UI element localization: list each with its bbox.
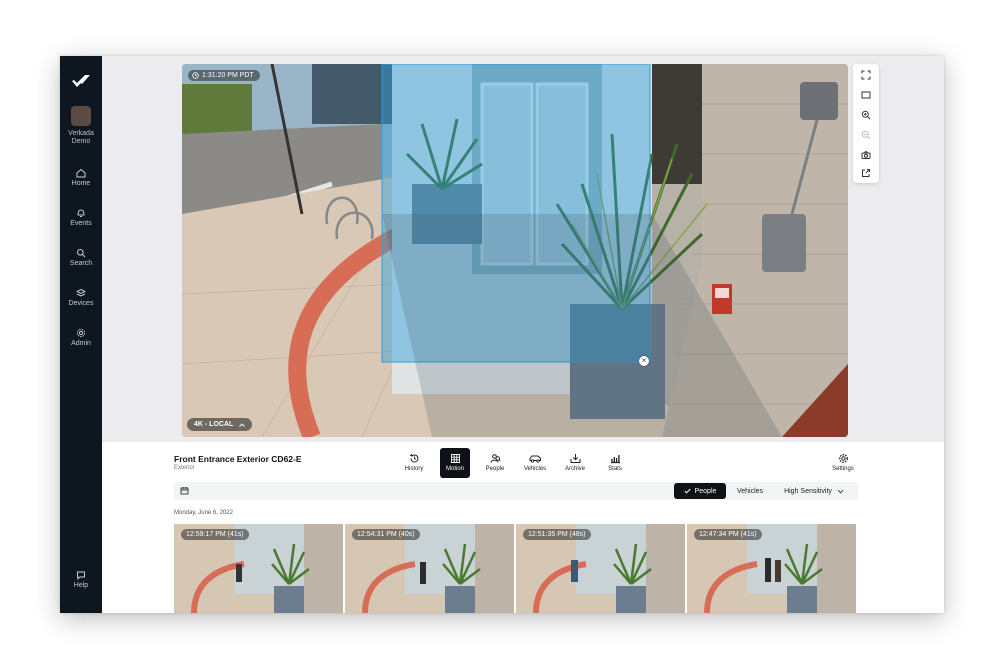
tab-people[interactable]: People <box>480 448 510 478</box>
tab-label: History <box>404 466 424 472</box>
tab-history[interactable]: History <box>399 448 429 478</box>
video-timestamp: 1:31:20 PM PDT <box>188 70 260 81</box>
quality-label: 4K - LOCAL <box>194 421 234 428</box>
check-icon <box>684 488 691 494</box>
search-icon <box>77 249 86 258</box>
sidebar-item-label: Events <box>70 220 92 227</box>
tab-label: Vehicles <box>523 466 547 472</box>
camera-location: Exterior <box>174 465 195 471</box>
camera-info-panel: Front Entrance Exterior CD62-E Exterior … <box>102 442 944 613</box>
clip-time: 12:59:17 PM (41s) <box>181 529 249 540</box>
sensitivity-dropdown[interactable]: High Sensitivity <box>774 483 854 499</box>
help-chat-icon <box>77 571 85 580</box>
clip-time: 12:47:34 PM (41s) <box>694 529 762 540</box>
clip-thumbnail[interactable]: 12:54:31 PM (40s) <box>345 524 514 613</box>
filter-bar: People Vehicles High Sensitivity <box>174 482 858 500</box>
settings-label: Settings <box>832 466 854 472</box>
sidebar-item-devices[interactable]: Devices <box>60 288 102 307</box>
sidebar-item-search[interactable]: Search <box>60 248 102 267</box>
sidebar-item-help[interactable]: Help <box>60 570 102 589</box>
filter-people-chip[interactable]: People <box>674 483 726 499</box>
filter-people-label: People <box>694 487 717 495</box>
tab-motion[interactable]: Motion <box>440 448 470 478</box>
clip-time: 12:51:35 PM (48s) <box>523 529 591 540</box>
clip-thumbnail[interactable]: 12:51:35 PM (48s) <box>516 524 685 613</box>
tab-stats[interactable]: Stats <box>600 448 630 478</box>
people-icon <box>490 454 501 463</box>
tab-archive[interactable]: Archive <box>560 448 590 478</box>
snapshot-camera-icon[interactable] <box>859 148 873 162</box>
camera-view: 1:31:20 PM PDT × 4K - LOCAL <box>102 56 944 442</box>
sidebar-item-label: Devices <box>68 300 94 307</box>
tab-vehicles[interactable]: Vehicles <box>520 448 550 478</box>
sidebar-item-label: Admin <box>71 340 91 347</box>
devices-icon <box>76 288 86 297</box>
sidebar-item-admin[interactable]: Admin <box>60 328 102 347</box>
chevron-up-icon <box>239 422 246 427</box>
camera-feed-image <box>182 64 848 437</box>
sidebar: Verkada Demo Home Events Search Devices … <box>60 56 102 613</box>
motion-grid-icon <box>450 454 460 463</box>
sidebar-item-events[interactable]: Events <box>60 208 102 227</box>
tab-label: Stats <box>608 466 622 472</box>
clock-icon <box>192 72 199 79</box>
home-icon <box>76 168 86 178</box>
main-content: 1:31:20 PM PDT × 4K - LOCAL Front Entran… <box>102 56 944 613</box>
vehicle-icon <box>529 455 541 463</box>
zoom-in-icon[interactable] <box>859 108 873 122</box>
settings-button[interactable]: Settings <box>828 448 858 478</box>
sensitivity-label: High Sensitivity <box>784 487 832 495</box>
camera-name: Front Entrance Exterior CD62-E <box>174 454 302 464</box>
calendar-icon[interactable] <box>180 486 189 495</box>
verkada-logo[interactable] <box>71 74 91 90</box>
sidebar-item-label: Home <box>71 180 91 187</box>
history-icon <box>409 453 418 463</box>
org-avatar[interactable] <box>71 106 91 126</box>
tab-label: People <box>485 466 505 472</box>
video-player[interactable]: 1:31:20 PM PDT × 4K - LOCAL <box>182 64 848 437</box>
tab-label: Archive <box>564 466 585 472</box>
admin-icon <box>76 328 86 338</box>
share-icon[interactable] <box>859 166 873 180</box>
gear-icon <box>838 454 848 463</box>
sidebar-item-label: Search <box>69 260 93 267</box>
fullscreen-icon[interactable] <box>859 68 873 82</box>
stats-icon <box>610 455 620 464</box>
aspect-ratio-icon[interactable] <box>859 88 873 102</box>
zoom-out-icon[interactable] <box>859 128 873 142</box>
sidebar-item-label: Help <box>73 582 89 589</box>
clip-time: 12:54:31 PM (40s) <box>352 529 420 540</box>
zone-close-icon[interactable]: × <box>639 356 649 366</box>
bell-icon <box>77 209 85 217</box>
filter-vehicles-label: Vehicles <box>736 487 764 495</box>
video-toolbar <box>853 64 879 183</box>
timestamp-text: 1:31:20 PM PDT <box>202 72 254 79</box>
quality-selector[interactable]: 4K - LOCAL <box>187 418 253 431</box>
sidebar-item-home[interactable]: Home <box>60 168 102 187</box>
archive-icon <box>570 454 580 463</box>
clip-thumbnail[interactable]: 12:47:34 PM (41s) <box>687 524 856 613</box>
results-date: Monday, June 6, 2022 <box>174 510 233 516</box>
clip-thumbnail[interactable]: 12:59:17 PM (41s) <box>174 524 343 613</box>
app-window: Verkada Demo Home Events Search Devices … <box>60 56 944 613</box>
filter-vehicles-chip[interactable]: Vehicles <box>730 483 770 499</box>
chevron-down-icon <box>837 489 844 493</box>
tab-label: Motion <box>445 466 464 472</box>
org-name: Verkada Demo <box>68 130 94 145</box>
